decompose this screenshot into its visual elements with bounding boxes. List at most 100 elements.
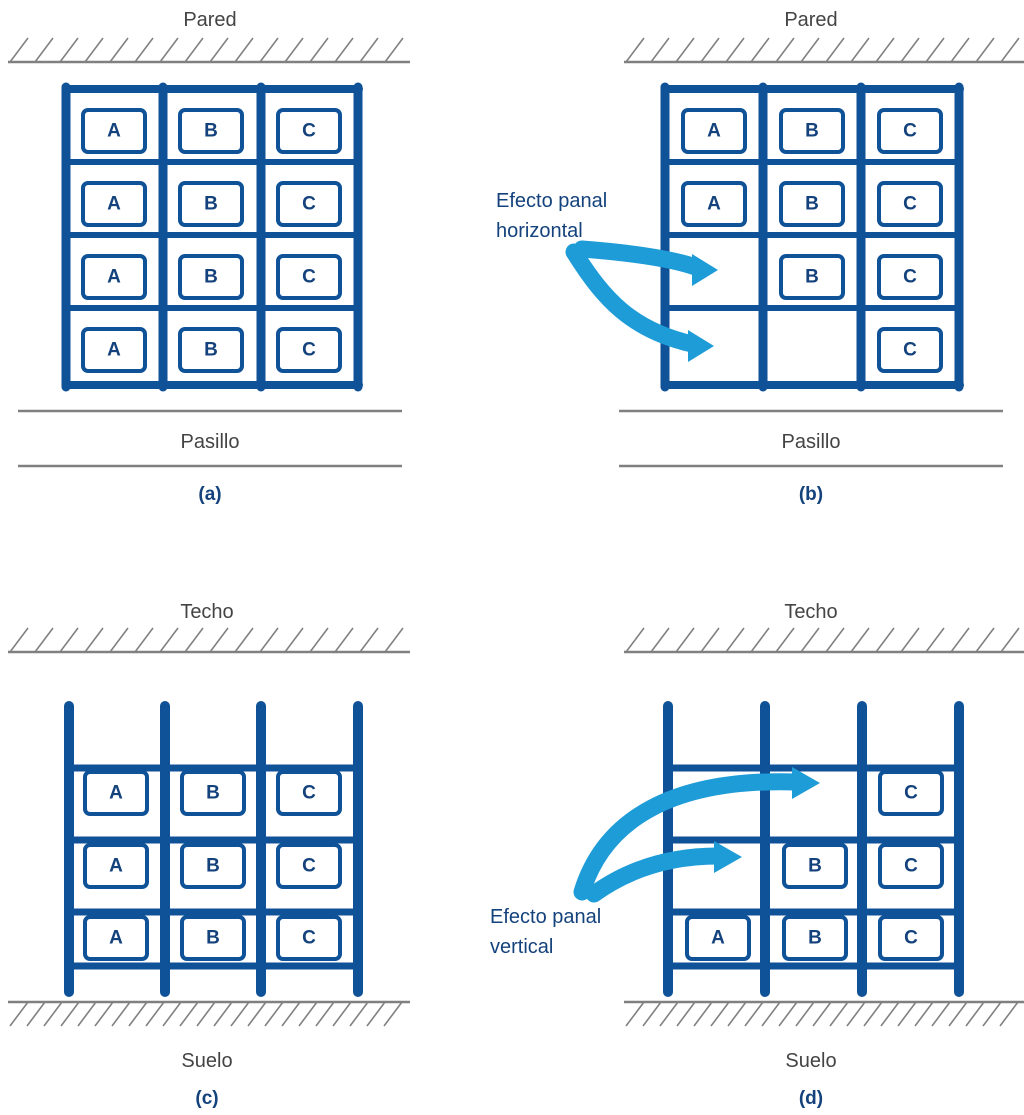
item-label: B [204, 194, 218, 215]
panel-b-top-label: Pared [784, 9, 837, 31]
panel-a: Pared A B C A B C A B C A B C Pasillo (a… [0, 0, 512, 520]
rack-item: A [83, 843, 149, 889]
rack-item: C [878, 843, 944, 889]
rack-item: A [81, 327, 147, 373]
item-label: C [302, 856, 316, 877]
panel-c-bottom-label: Suelo [181, 1050, 232, 1072]
panel-c-caption: (c) [195, 1088, 218, 1109]
rack-item: B [782, 915, 848, 961]
panel-b-bottom-label: Pasillo [782, 431, 841, 453]
item-label: C [903, 340, 917, 361]
rack-item: B [782, 843, 848, 889]
rack-item: C [878, 770, 944, 816]
item-label: C [904, 783, 918, 804]
rack-item: C [276, 181, 342, 227]
rack-item: B [178, 254, 244, 300]
rack-item: C [877, 108, 943, 154]
panel-a-items: A B C A B C A B C A B C [81, 108, 342, 373]
rack-item: C [877, 181, 943, 227]
item-label: A [107, 340, 121, 361]
rack-item: B [180, 915, 246, 961]
annotation-line-1: Efecto panal [490, 906, 601, 928]
panel-a-wall-hatching [8, 37, 410, 64]
panel-a-aisle: Pasillo [18, 409, 402, 468]
panel-d: Techo C B C A B C Efecto panal vertical … [490, 580, 1024, 1115]
item-label: C [904, 928, 918, 949]
item-label: A [109, 928, 123, 949]
panel-d-top-label: Techo [784, 601, 837, 623]
item-label: B [204, 121, 218, 142]
item-label: C [302, 783, 316, 804]
item-label: A [107, 267, 121, 288]
rack-item: C [276, 254, 342, 300]
item-label: B [808, 856, 822, 877]
rack-item: C [276, 327, 342, 373]
rack-item: A [81, 181, 147, 227]
item-label: A [107, 194, 121, 215]
item-label: B [206, 856, 220, 877]
item-label: B [805, 121, 819, 142]
item-label: C [302, 928, 316, 949]
item-label: C [903, 194, 917, 215]
panel-b-items: A B C A B C B C C [681, 108, 943, 373]
panel-b-caption: (b) [799, 484, 823, 505]
item-label: B [204, 267, 218, 288]
panel-a-bottom-label: Pasillo [181, 431, 240, 453]
item-label: A [707, 194, 721, 215]
panel-b-aisle: Pasillo [619, 409, 1003, 468]
rack-item: C [276, 770, 342, 816]
rack-item: A [681, 108, 747, 154]
panel-c-top-label: Techo [180, 601, 233, 623]
panel-d-caption: (d) [799, 1088, 823, 1109]
panel-b-wall-hatching [624, 37, 1024, 64]
panel-d-annotation: Efecto panal vertical [490, 767, 820, 958]
panel-b: Pared A B C A B C B C C Efecto panal hor… [496, 0, 1024, 520]
item-label: C [903, 121, 917, 142]
rack-item: A [83, 915, 149, 961]
rack-item: C [877, 327, 943, 373]
item-label: B [808, 928, 822, 949]
rack-item: A [685, 915, 751, 961]
item-label: A [109, 856, 123, 877]
annotation-line-2: horizontal [496, 220, 583, 242]
panel-d-bottom-label: Suelo [785, 1050, 836, 1072]
rack-item: B [178, 327, 244, 373]
item-label: C [302, 340, 316, 361]
annotation-line-1: Efecto panal [496, 190, 607, 212]
item-label: A [109, 783, 123, 804]
panel-c-items: A B C A B C A B C [83, 770, 342, 961]
item-label: C [302, 194, 316, 215]
item-label: B [206, 783, 220, 804]
item-label: A [107, 121, 121, 142]
item-label: B [206, 928, 220, 949]
rack-item: C [276, 915, 342, 961]
panel-a-top-label: Pared [183, 9, 236, 31]
item-label: B [805, 194, 819, 215]
panel-c: Techo A B C A B C A B C Suelo (c) [0, 580, 512, 1115]
item-label: C [904, 856, 918, 877]
rack-item: B [180, 843, 246, 889]
rack-item: A [83, 770, 149, 816]
honeycomb-effect-diagram: Pared A B C A B C A B C A B C Pasillo (a… [0, 0, 1024, 1115]
rack-item: C [276, 843, 342, 889]
item-label: A [707, 121, 721, 142]
annotation-line-2: vertical [490, 936, 553, 958]
item-label: C [903, 267, 917, 288]
rack-item: B [779, 254, 845, 300]
item-label: B [204, 340, 218, 361]
rack-item: C [877, 254, 943, 300]
panel-c-floor-hatching [8, 1000, 410, 1027]
panel-d-ceiling-hatching [624, 627, 1024, 654]
rack-item: A [81, 108, 147, 154]
item-label: C [302, 267, 316, 288]
item-label: B [805, 267, 819, 288]
rack-item: B [178, 181, 244, 227]
rack-item: A [681, 181, 747, 227]
rack-item: A [81, 254, 147, 300]
rack-item: B [180, 770, 246, 816]
rack-item: B [779, 108, 845, 154]
rack-item: C [878, 915, 944, 961]
panel-d-floor-hatching [624, 1000, 1024, 1027]
rack-item: B [779, 181, 845, 227]
item-label: C [302, 121, 316, 142]
